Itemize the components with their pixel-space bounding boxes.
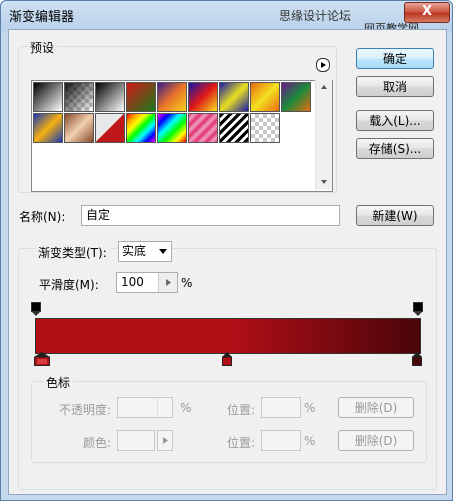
preset-swatch[interactable] bbox=[219, 82, 249, 112]
opacity-label: 不透明度: bbox=[59, 403, 112, 417]
help-button[interactable] bbox=[377, 2, 401, 20]
ok-button[interactable]: 确定 bbox=[356, 48, 434, 69]
preset-swatch[interactable] bbox=[219, 113, 249, 143]
preset-swatch[interactable] bbox=[95, 113, 125, 143]
triangle-right-icon bbox=[166, 279, 171, 286]
opacity-input[interactable] bbox=[117, 397, 173, 418]
name-label: 名称(N): bbox=[19, 210, 66, 224]
new-button[interactable]: 新建(W) bbox=[356, 205, 434, 226]
smoothness-value: 100 bbox=[121, 275, 144, 289]
cancel-button[interactable]: 取消 bbox=[356, 76, 434, 97]
chevron-down-icon bbox=[159, 249, 167, 254]
preset-swatch[interactable] bbox=[33, 113, 63, 143]
close-icon: X bbox=[421, 4, 433, 19]
preset-swatch[interactable] bbox=[250, 113, 280, 143]
close-button[interactable]: X bbox=[404, 2, 450, 23]
opacity-location-unit: % bbox=[304, 401, 316, 415]
triangle-right-icon bbox=[163, 437, 168, 444]
dialog-body: 预设 确定 取消 载入(L)... 存储(S)... 名称(N): 自定 新建(… bbox=[8, 29, 447, 495]
preset-swatch[interactable] bbox=[126, 113, 156, 143]
smoothness-stepper[interactable] bbox=[158, 273, 177, 292]
triangle-right-icon bbox=[321, 62, 326, 68]
opacity-location-label: 位置: bbox=[227, 403, 256, 417]
color-stop-left[interactable] bbox=[34, 352, 50, 366]
smoothness-input[interactable]: 100 bbox=[116, 272, 178, 293]
color-stop-right[interactable] bbox=[412, 352, 422, 366]
window-title: 渐变编辑器 bbox=[9, 10, 75, 25]
preset-swatch[interactable] bbox=[281, 82, 311, 112]
title-bar[interactable]: 渐变编辑器 思缘设计论坛 网页教学网 X bbox=[1, 1, 452, 35]
preset-swatch[interactable] bbox=[64, 82, 94, 112]
color-location-label: 位置: bbox=[227, 436, 256, 450]
watermark-text: 思缘设计论坛 bbox=[279, 9, 352, 23]
opacity-stop-left[interactable] bbox=[31, 302, 41, 316]
color-swatch-field[interactable] bbox=[117, 430, 155, 451]
preset-swatch[interactable] bbox=[188, 82, 218, 112]
color-picker-arrow[interactable] bbox=[157, 430, 173, 451]
name-input[interactable]: 自定 bbox=[81, 205, 340, 226]
smoothness-label: 平滑度(M): bbox=[39, 278, 99, 292]
opacity-location-input[interactable] bbox=[261, 397, 301, 418]
delete-color-stop-button[interactable]: 删除(D) bbox=[338, 430, 414, 451]
presets-menu-button[interactable] bbox=[316, 58, 330, 72]
preset-scrollbar[interactable] bbox=[315, 80, 332, 190]
save-button[interactable]: 存储(S)... bbox=[356, 138, 434, 159]
opacity-stepper[interactable] bbox=[157, 398, 172, 417]
preset-swatch[interactable] bbox=[33, 82, 63, 112]
gradient-type-value: 实底 bbox=[122, 244, 147, 258]
preset-swatch-list[interactable] bbox=[31, 80, 333, 192]
color-label: 颜色: bbox=[83, 436, 112, 450]
gradient-type-label: 渐变类型(T): bbox=[35, 244, 110, 261]
preset-swatch[interactable] bbox=[157, 82, 187, 112]
opacity-unit: % bbox=[180, 401, 192, 415]
color-stops-label: 色标 bbox=[43, 374, 74, 391]
scroll-up-icon bbox=[321, 85, 327, 89]
opacity-stop-right[interactable] bbox=[413, 302, 423, 316]
preset-swatch[interactable] bbox=[157, 113, 187, 143]
color-stop-mid[interactable] bbox=[222, 352, 232, 366]
gradient-preview-bar[interactable] bbox=[35, 318, 421, 354]
preset-swatch[interactable] bbox=[126, 82, 156, 112]
load-button[interactable]: 载入(L)... bbox=[356, 110, 434, 131]
preset-swatch[interactable] bbox=[95, 82, 125, 112]
preset-swatch[interactable] bbox=[188, 113, 218, 143]
gradient-editor-window: 渐变编辑器 思缘设计论坛 网页教学网 X 预设 确定 取消 载入(L)... 存… bbox=[0, 0, 453, 501]
preset-swatch[interactable] bbox=[64, 113, 94, 143]
smoothness-unit: % bbox=[181, 276, 193, 290]
delete-opacity-stop-button[interactable]: 删除(D) bbox=[338, 397, 414, 418]
color-location-unit: % bbox=[304, 434, 316, 448]
scroll-down-icon bbox=[321, 180, 327, 184]
color-location-input[interactable] bbox=[261, 430, 301, 451]
preset-swatch[interactable] bbox=[250, 82, 280, 112]
gradient-type-select[interactable]: 实底 bbox=[118, 241, 172, 262]
